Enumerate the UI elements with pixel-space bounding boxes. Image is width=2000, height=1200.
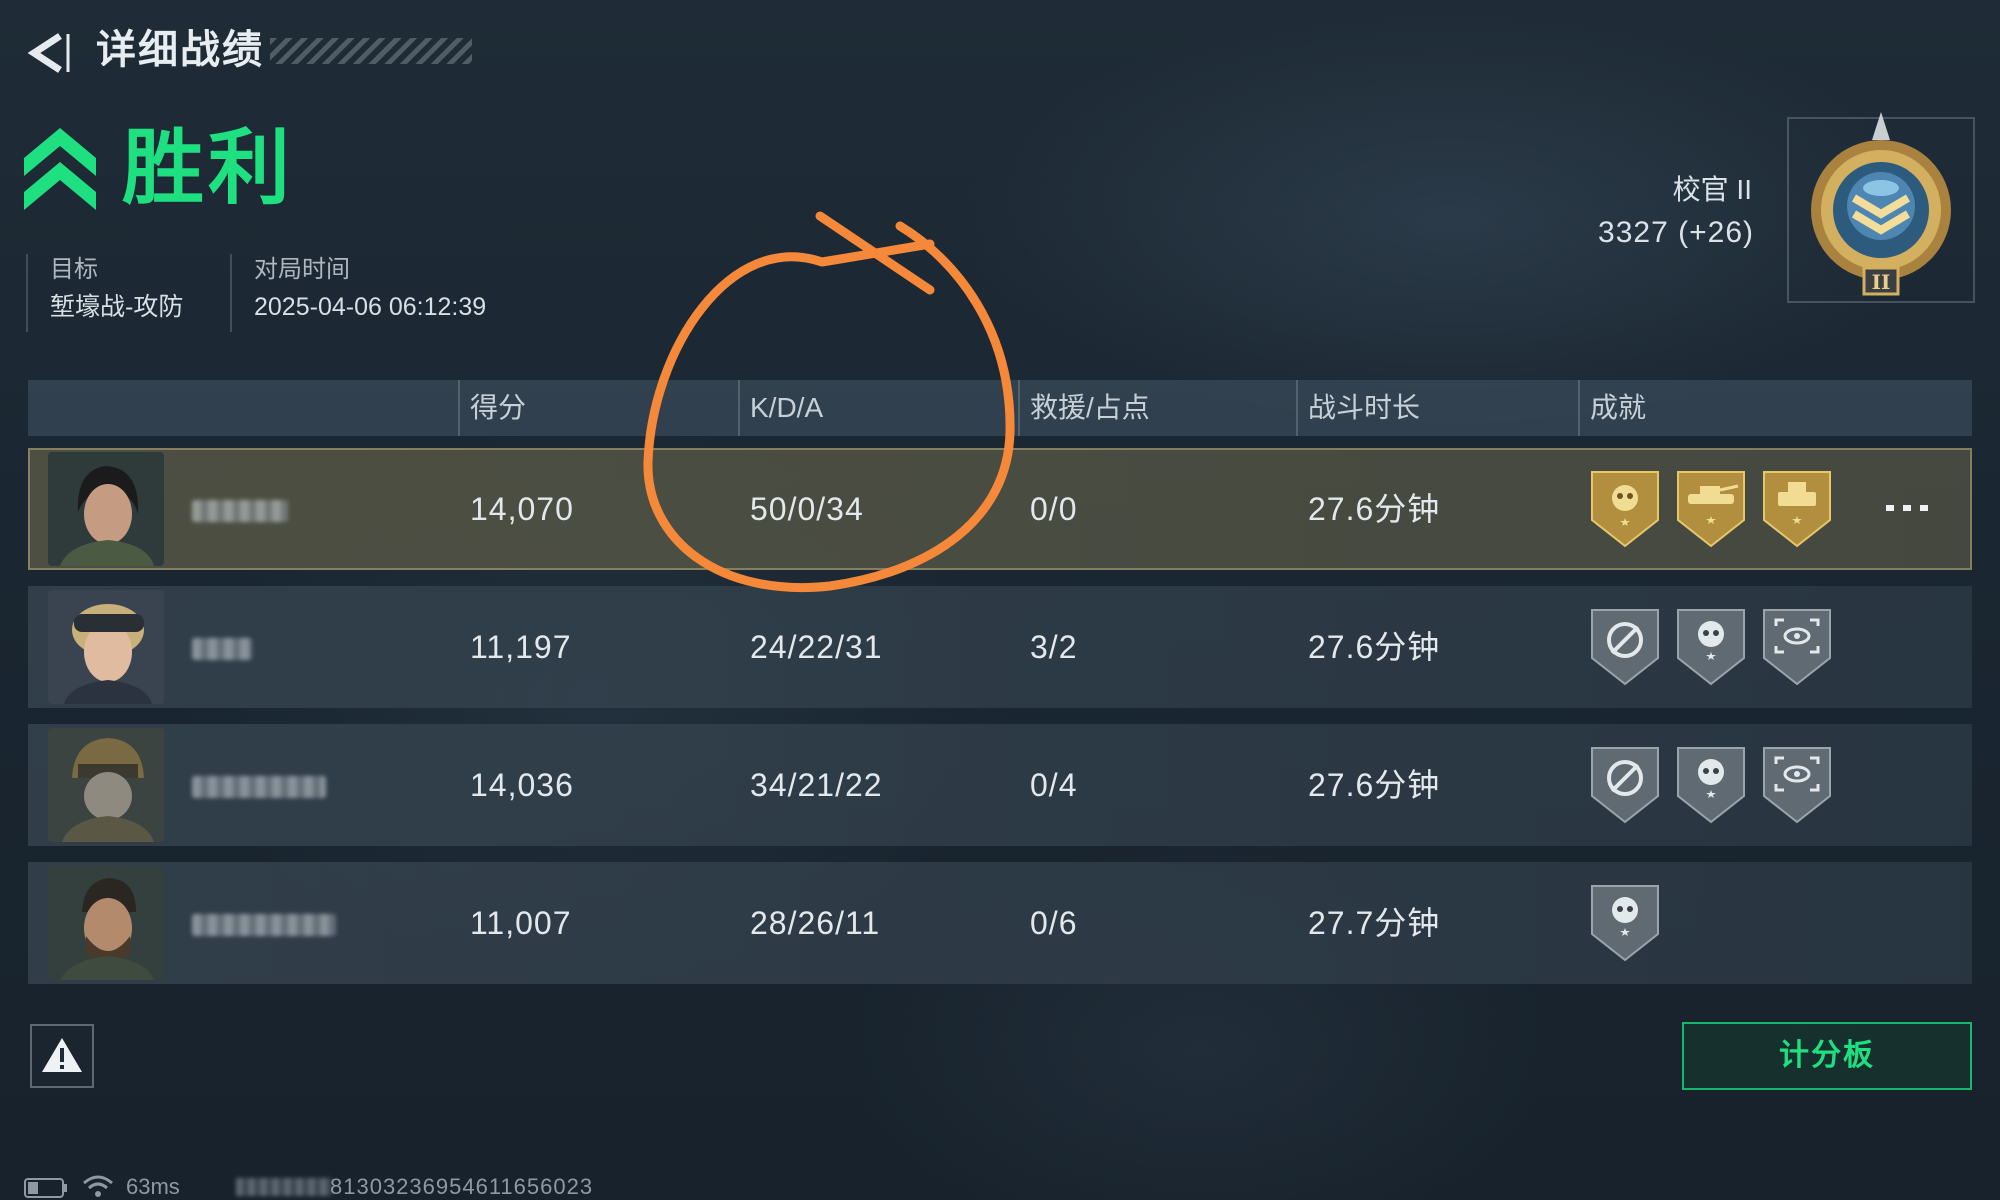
silver-scope-badge-icon	[1763, 747, 1831, 824]
player-avatar	[48, 452, 164, 566]
svg-text:II: II	[1872, 270, 1891, 294]
ping-value: 63ms	[126, 1174, 180, 1199]
silver-crosshair-badge-icon	[1591, 609, 1659, 686]
match-result: 胜利	[122, 123, 295, 214]
more-options-icon[interactable]	[1884, 496, 1930, 520]
wifi-icon	[83, 1175, 113, 1197]
mode-label: 目标	[50, 256, 98, 283]
silver-crosshair-badge-icon	[1591, 747, 1659, 824]
player-avatar	[48, 728, 164, 842]
duration-cell: 27.6分钟	[1308, 491, 1441, 527]
mode-value: 堑壕战-攻防	[50, 293, 184, 321]
player-row[interactable]: 14,036 34/21/22 0/4 27.6分钟	[28, 724, 1972, 846]
score-cell: 14,070	[470, 491, 574, 527]
warning-icon	[42, 1038, 82, 1072]
player-name-redacted	[192, 500, 288, 522]
kda-cell: 50/0/34	[750, 491, 864, 527]
kda-cell: 24/22/31	[750, 629, 883, 665]
gold-tank-badge-icon	[1677, 471, 1745, 548]
kda-cell: 28/26/11	[750, 905, 881, 941]
silver-skull-badge-icon	[1677, 609, 1745, 686]
silver-scope-badge-icon	[1763, 609, 1831, 686]
rank-points: 3327 (+26)	[1598, 216, 1754, 249]
player-name-redacted	[192, 914, 336, 936]
page-title: 详细战绩	[96, 28, 264, 72]
rank-emblem-icon: II	[1787, 112, 1975, 303]
column-score: 得分	[458, 380, 526, 436]
rescue-capture-cell: 0/6	[1030, 905, 1078, 941]
time-info: 对局时间 2025-04-06 06:12:39	[230, 254, 486, 332]
match-id: 81303236954611656023	[330, 1174, 594, 1199]
duration-cell: 27.7分钟	[1308, 905, 1441, 941]
player-name-redacted	[192, 776, 326, 798]
rescue-capture-cell: 3/2	[1030, 629, 1078, 665]
time-label: 对局时间	[254, 256, 350, 283]
rescue-capture-cell: 0/0	[1030, 491, 1078, 527]
silver-skull-badge-icon	[1591, 885, 1659, 962]
player-row[interactable]: 14,070 50/0/34 0/0 27.6分钟	[28, 448, 1972, 570]
back-arrow-icon[interactable]	[22, 30, 70, 76]
player-avatar	[48, 866, 164, 980]
duration-cell: 27.6分钟	[1308, 629, 1441, 665]
column-rescue-capture: 救援/占点	[1018, 380, 1150, 436]
rescue-capture-cell: 0/4	[1030, 767, 1078, 803]
player-row[interactable]: 11,007 28/26/11 0/6 27.7分钟	[28, 862, 1972, 984]
rank-name: 校官 II	[1672, 174, 1752, 205]
mode-info: 目标 堑壕战-攻防	[26, 254, 183, 332]
scoreboard-button[interactable]: 计分板	[1682, 1022, 1972, 1090]
player-row[interactable]: 11,197 24/22/31 3/2 27.6分钟	[28, 586, 1972, 708]
column-achievements: 成就	[1578, 380, 1646, 436]
victory-chevron-icon	[24, 128, 96, 210]
silver-skull-badge-icon	[1677, 747, 1745, 824]
column-duration: 战斗时长	[1296, 380, 1420, 436]
match-id-redacted	[236, 1178, 332, 1196]
player-avatar	[48, 590, 164, 704]
score-cell: 11,007	[470, 905, 572, 941]
table-header: 得分 K/D/A 救援/占点 战斗时长 成就	[28, 380, 1972, 436]
time-value: 2025-04-06 06:12:39	[254, 293, 487, 321]
kda-cell: 34/21/22	[750, 767, 883, 803]
title-decoration	[270, 38, 472, 64]
score-cell: 14,036	[470, 767, 574, 803]
score-cell: 11,197	[470, 629, 572, 665]
battery-icon	[24, 1178, 67, 1198]
gold-skull-rose-badge-icon	[1591, 471, 1659, 548]
player-name-redacted	[192, 638, 252, 660]
duration-cell: 27.6分钟	[1308, 767, 1441, 803]
column-kda: K/D/A	[738, 380, 823, 436]
gold-vehicle-badge-icon	[1763, 471, 1831, 548]
report-button[interactable]	[30, 1024, 94, 1088]
